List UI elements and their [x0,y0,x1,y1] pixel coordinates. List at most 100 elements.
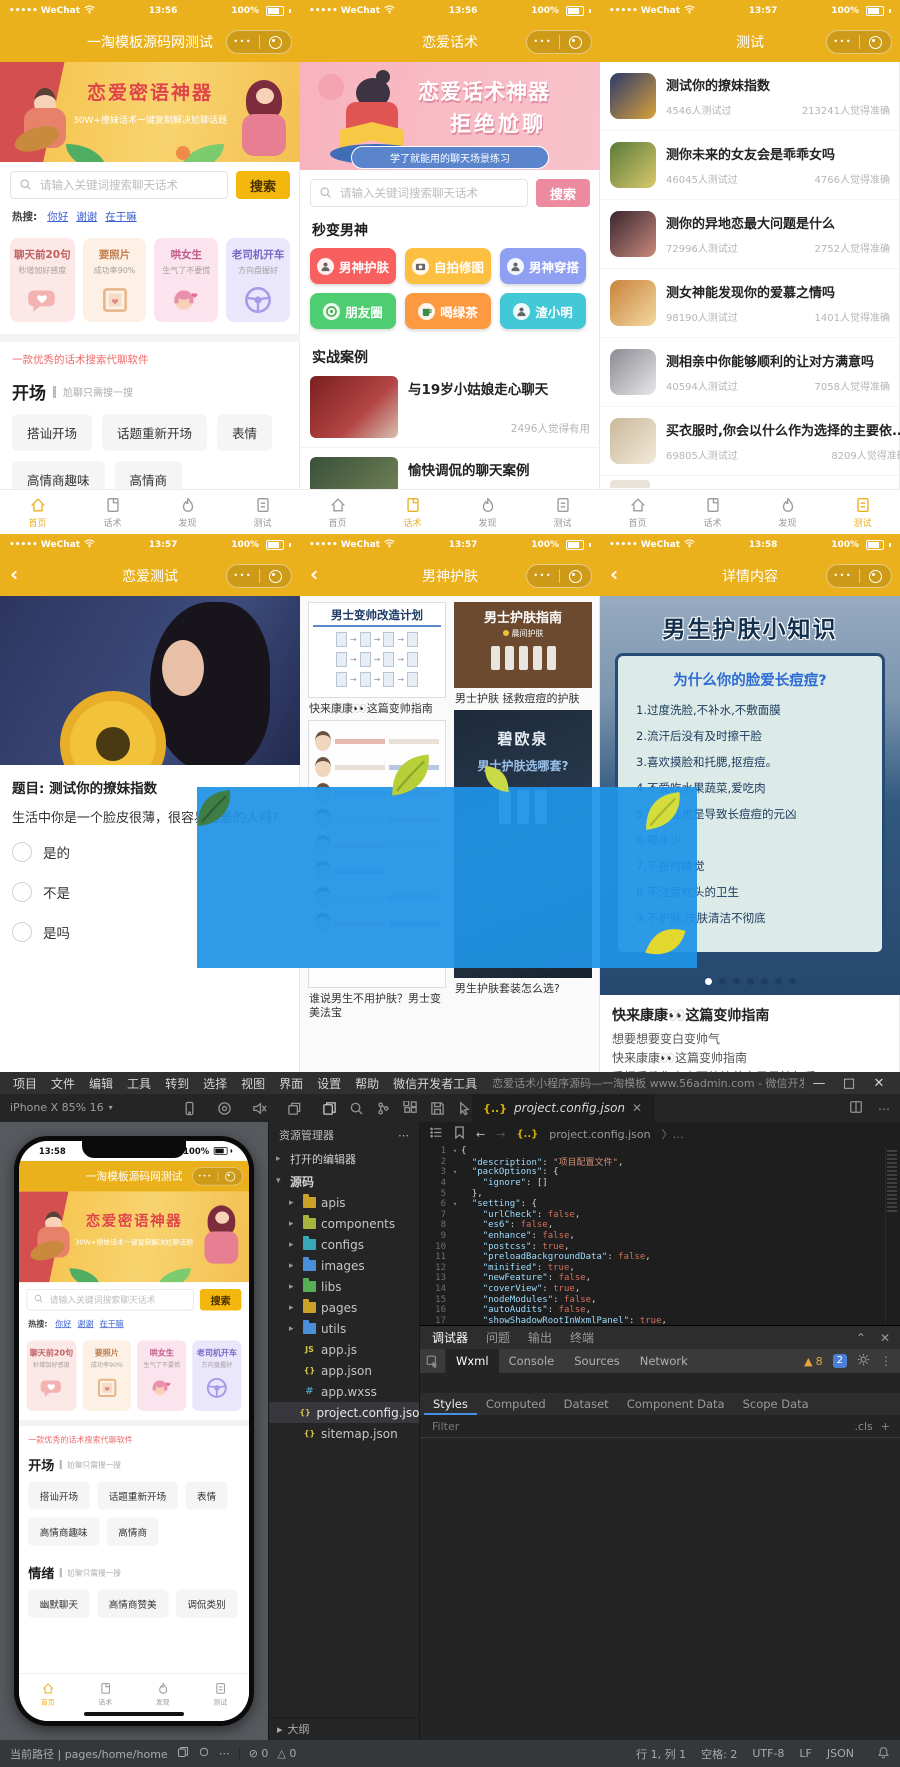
category-card[interactable]: 聊天前20句 秒增加好感度 [10,238,75,322]
category-card[interactable]: 哄女生 生气了不要慌 [137,1340,187,1411]
wechat-capsule[interactable]: ••• [826,564,892,588]
status-item[interactable]: 行 1, 列 1 [636,1746,686,1762]
tab-item[interactable]: 发现 [150,490,225,534]
fold-icon[interactable]: ▾ [449,1168,461,1176]
tab-item[interactable]: 话术 [77,1674,135,1714]
tag-button[interactable]: 搭讪开场 [28,1481,90,1510]
tag-button[interactable]: 表情 [217,414,273,451]
current-path-label[interactable]: 当前路径 | pages/home/home [10,1746,168,1762]
split-editor-icon[interactable] [849,1100,863,1117]
menu-item[interactable]: 微信开发者工具 [386,1075,484,1092]
close-miniprogram-icon[interactable] [560,569,592,583]
menu-item[interactable]: 编辑 [82,1075,120,1092]
tab-item[interactable]: 发现 [134,1674,192,1714]
carousel-dot[interactable] [774,978,782,985]
devtools-tab[interactable]: Console [499,1349,565,1373]
tree-item[interactable]: ▸ images [269,1255,419,1276]
radio-icon[interactable] [12,922,32,942]
category-card[interactable]: 聊天前20句 秒增加好感度 [26,1340,77,1411]
tree-item[interactable]: ▸ app.wxss [269,1381,419,1402]
status-item[interactable]: LF [799,1747,811,1760]
wechat-capsule[interactable]: ••• [526,564,592,588]
menu-item[interactable]: 工具 [120,1075,158,1092]
gallery-caption[interactable]: 快来康康👀这篇变帅指南 [308,698,446,720]
float-window-icon[interactable] [287,1101,302,1116]
search-input[interactable] [338,185,519,201]
status-item[interactable]: 空格: 2 [701,1746,737,1762]
debugger-tab[interactable]: 终端 [570,1329,594,1346]
more-menu-icon[interactable]: ••• [827,31,859,53]
gallery-image-makeover-plan[interactable]: 男士变帅改造计划 → → → → → → → → → [308,602,446,698]
carousel-dot[interactable] [746,978,754,985]
code-line[interactable]: 7 "urlCheck": false, [420,1210,900,1221]
more-menu-icon[interactable]: ••• [827,565,859,587]
more-menu-icon[interactable]: ••• [227,31,259,53]
menu-item[interactable]: 界面 [272,1075,310,1092]
notification-bell-icon[interactable] [877,1746,890,1762]
editor-tab[interactable]: {..} project.config.json ✕ [472,1094,655,1122]
gallery-caption[interactable]: 谁说男生不用护肤？男士变美法宝 [308,988,446,1024]
copy-path-icon[interactable] [177,1746,189,1761]
back-icon[interactable]: ‹ [310,562,318,586]
tree-item[interactable]: ▸ project.config.json [269,1402,419,1423]
back-icon[interactable]: ‹ [610,562,618,586]
gallery-caption[interactable]: 男士护肤 拯救痘痘的护肤 [454,688,592,710]
tag-button[interactable]: 表情 [185,1481,228,1510]
home-indicator[interactable] [84,1712,184,1716]
status-item[interactable]: UTF-8 [752,1747,784,1760]
status-item[interactable]: JSON [827,1747,854,1760]
tree-item[interactable]: ▸ sitemap.json [269,1423,419,1444]
device-preview-icon[interactable] [182,1101,197,1116]
test-list-item[interactable]: 买衣服时,你会以什么作为选择的主要依... 69805人测试过 8209人觉得准确 [600,407,900,476]
wechat-capsule[interactable]: ••• [192,1167,243,1186]
tab-item[interactable]: 首页 [300,490,375,534]
explorer-more-icon[interactable]: ⋯ [398,1129,409,1142]
info-badge[interactable]: 2 [832,1354,847,1368]
tree-item[interactable]: ▸ utils [269,1318,419,1339]
category-card[interactable]: 要照片 成功率90% [82,238,147,322]
tab-item[interactable]: 首页 [19,1674,77,1714]
tree-item[interactable]: ▸ configs [269,1234,419,1255]
back-icon[interactable]: ‹ [10,562,18,586]
carousel-dot[interactable] [760,978,768,985]
hot-keyword-link[interactable]: 你好 [47,211,68,223]
more-menu-icon[interactable]: ••• [227,565,259,587]
tab-item[interactable]: 首页 [0,490,75,534]
close-miniprogram-icon[interactable] [260,35,292,49]
device-selector[interactable]: iPhone X 85% 16 ▾ [10,1101,113,1114]
kebab-menu-icon[interactable]: ⋮ [880,1354,892,1368]
tag-button[interactable]: 幽默聊天 [28,1589,90,1618]
hot-keyword-link[interactable]: 谢谢 [77,1320,93,1329]
wechat-capsule[interactable]: ••• [526,30,592,54]
wechat-capsule[interactable]: ••• [826,30,892,54]
tag-button[interactable]: 搭讪开场 [12,414,93,451]
gallery-caption[interactable]: 男生护肤套装怎么选? [454,978,592,1000]
code-line[interactable]: 5 }, [420,1188,900,1199]
inspect-element-icon[interactable] [420,1349,446,1373]
hot-keyword-link[interactable]: 在干嘛 [105,211,137,223]
menu-item[interactable]: 选择 [196,1075,234,1092]
wechat-capsule[interactable]: ••• [226,564,292,588]
nav-back-icon[interactable]: ← [476,1128,485,1141]
tab-item[interactable]: 话术 [375,490,450,534]
category-card[interactable]: 老司机开车 方向盘握好 [192,1340,242,1411]
wechat-capsule[interactable]: ••• [226,30,292,54]
tag-button[interactable]: 高情商趣味 [28,1517,100,1546]
more-actions-icon[interactable]: ⋯ [878,1102,890,1116]
search-input-box[interactable] [10,171,228,199]
code-area[interactable]: 1 ▾{2 "description": "项目配置文件", 3 ▾ "packOpt… [420,1146,900,1325]
code-line[interactable]: 15 "nodeModules": false, [420,1294,900,1305]
bookmark-icon[interactable] [454,1126,465,1142]
carousel-dot[interactable] [788,978,796,985]
add-style-icon[interactable]: + [881,1420,890,1433]
nav-forward-icon[interactable]: → [496,1128,505,1141]
tag-button[interactable]: 调侃类别 [175,1589,238,1618]
search-input-box[interactable] [310,179,528,207]
menu-item[interactable]: 文件 [44,1075,82,1092]
debugger-tab[interactable]: 输出 [528,1329,552,1346]
close-button[interactable]: ✕ [864,1076,894,1091]
close-miniprogram-icon[interactable] [860,35,892,49]
close-panel-icon[interactable]: ✕ [880,1331,890,1345]
close-miniprogram-icon[interactable] [560,35,592,49]
minimize-button[interactable]: — [804,1076,834,1091]
